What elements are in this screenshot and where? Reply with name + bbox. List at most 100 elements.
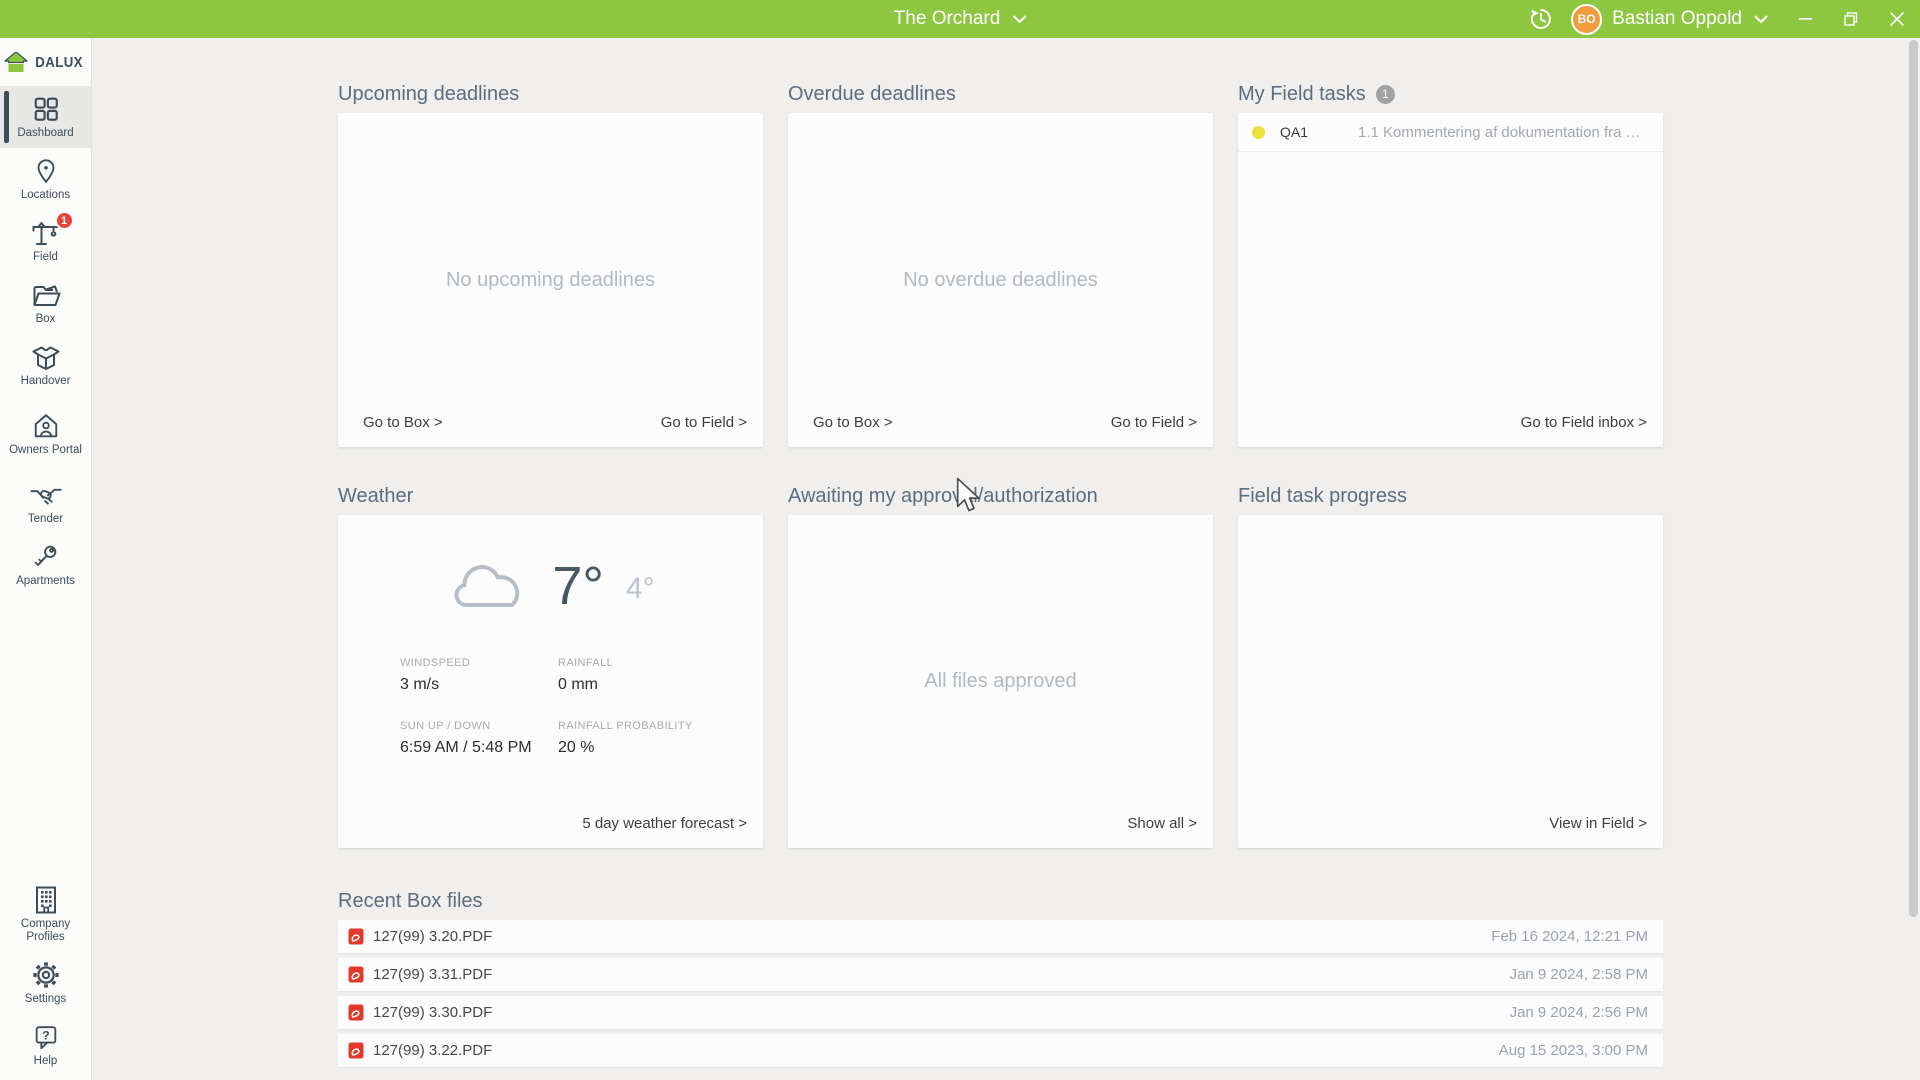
restore-button[interactable] <box>1828 0 1874 38</box>
go-to-box-link[interactable]: Go to Box > <box>363 414 443 431</box>
dalux-logo: DALUX <box>0 38 91 86</box>
field-tasks-title-text: My Field tasks <box>1238 83 1366 105</box>
empty-state-text: No upcoming deadlines <box>338 113 763 447</box>
file-name: 127(99) 3.22.PDF <box>373 1042 492 1059</box>
user-name: Bastian Oppold <box>1612 8 1742 30</box>
sidebar-item-dashboard[interactable]: Dashboard <box>0 86 91 148</box>
sidebar-item-owners-portal[interactable]: Owners Portal <box>0 396 91 472</box>
close-button[interactable] <box>1874 0 1920 38</box>
sidebar: DALUX Dashboard Locations <box>0 38 92 1080</box>
weather-detail: WINDSPEED 3 m/s <box>400 657 558 694</box>
user-menu[interactable]: Bastian Oppold <box>1612 8 1768 30</box>
sidebar-item-label: Company Profiles <box>3 918 89 944</box>
task-tag: QA1 <box>1280 124 1358 140</box>
weather-detail-label: RAINFALL PROBABILITY <box>558 720 763 732</box>
field-task-progress-card: View in Field > <box>1238 515 1663 848</box>
project-selector[interactable]: The Orchard <box>894 0 1027 38</box>
weather-detail-value: 3 m/s <box>400 676 558 694</box>
sidebar-item-company-profiles[interactable]: Company Profiles <box>0 876 91 952</box>
card-title-upcoming: Upcoming deadlines <box>338 83 763 105</box>
weather-detail: SUN UP / DOWN 6:59 AM / 5:48 PM <box>400 720 558 757</box>
file-date: Feb 16 2024, 12:21 PM <box>1491 928 1648 945</box>
svg-text:?: ? <box>42 1028 49 1042</box>
package-icon <box>31 342 61 372</box>
sidebar-item-apartments[interactable]: Apartments <box>0 534 91 596</box>
weather-detail: RAINFALL PROBABILITY 20 % <box>558 720 763 757</box>
field-tasks-count-badge: 1 <box>1376 85 1395 104</box>
card-title-overdue: Overdue deadlines <box>788 83 1213 105</box>
sidebar-item-label: Settings <box>25 993 67 1006</box>
show-all-link[interactable]: Show all > <box>1127 815 1197 832</box>
logo-text: DALUX <box>36 54 84 71</box>
sidebar-item-label: Locations <box>21 189 70 202</box>
close-icon <box>1890 12 1904 26</box>
file-name: 127(99) 3.31.PDF <box>373 966 492 983</box>
weather-detail-label: SUN UP / DOWN <box>400 720 558 732</box>
cloud-icon <box>446 558 530 614</box>
go-to-field-link[interactable]: Go to Field > <box>1111 414 1197 431</box>
sidebar-item-label: Tender <box>28 513 63 526</box>
pdf-icon <box>348 966 364 983</box>
file-date: Aug 15 2023, 3:00 PM <box>1499 1042 1648 1059</box>
approval-card: All files approved Show all > <box>788 515 1213 848</box>
card-title-approval: Awaiting my approval/authorization <box>788 485 1213 507</box>
sidebar-bottom-group: Company Profiles Settings <box>0 876 91 1076</box>
task-status-dot <box>1252 126 1265 139</box>
view-in-field-link[interactable]: View in Field > <box>1549 815 1647 832</box>
sidebar-item-tender[interactable]: Tender <box>0 472 91 534</box>
sidebar-item-label: Apartments <box>16 575 75 588</box>
weather-detail-value: 6:59 AM / 5:48 PM <box>400 739 558 757</box>
file-row[interactable]: 127(99) 3.22.PDF Aug 15 2023, 3:00 PM <box>338 1034 1663 1067</box>
gear-icon <box>32 961 60 989</box>
card-title-weather: Weather <box>338 485 763 507</box>
file-row[interactable]: 127(99) 3.30.PDF Jan 9 2024, 2:56 PM <box>338 996 1663 1029</box>
history-icon <box>1528 6 1554 32</box>
go-to-box-link[interactable]: Go to Box > <box>813 414 893 431</box>
sidebar-item-settings[interactable]: Settings <box>0 952 91 1014</box>
go-to-field-link[interactable]: Go to Field > <box>661 414 747 431</box>
handshake-icon <box>30 482 62 508</box>
file-row[interactable]: 127(99) 3.31.PDF Jan 9 2024, 2:58 PM <box>338 958 1663 991</box>
go-to-field-inbox-link[interactable]: Go to Field inbox > <box>1521 414 1647 431</box>
vertical-scrollbar-thumb[interactable] <box>1909 40 1918 917</box>
weather-detail-label: RAINFALL <box>558 657 763 669</box>
sidebar-item-box[interactable]: Box <box>0 272 91 334</box>
avatar[interactable]: BO <box>1571 4 1602 35</box>
dashboard-content: Upcoming deadlines Overdue deadlines My … <box>92 38 1920 1080</box>
file-name: 127(99) 3.20.PDF <box>373 928 492 945</box>
location-pin-icon <box>32 157 60 185</box>
file-row[interactable]: 127(99) 3.20.PDF Feb 16 2024, 12:21 PM <box>338 920 1663 953</box>
sidebar-item-help[interactable]: ? Help <box>0 1014 91 1076</box>
pdf-icon <box>348 1004 364 1021</box>
sidebar-item-label: Dashboard <box>17 127 73 140</box>
titlebar: The Orchard BO Bastian Oppold <box>0 0 1920 38</box>
dalux-app-window: The Orchard BO Bastian Oppold <box>0 0 1920 1080</box>
card-title-progress: Field task progress <box>1238 485 1663 507</box>
sidebar-item-label: Field <box>33 251 58 264</box>
file-name: 127(99) 3.30.PDF <box>373 1004 492 1021</box>
empty-state-text: All files approved <box>788 515 1213 848</box>
weather-detail-value: 20 % <box>558 739 763 757</box>
minimize-button[interactable] <box>1782 0 1828 38</box>
sidebar-item-label: Help <box>34 1055 58 1068</box>
sidebar-item-label: Box <box>36 313 56 326</box>
field-badge: 1 <box>55 211 74 230</box>
my-field-tasks-card: QA1 1.1 Kommentering af dokumentation fr… <box>1238 113 1663 447</box>
chevron-down-icon <box>1012 15 1026 24</box>
dalux-house-icon <box>4 52 28 72</box>
key-icon <box>32 543 60 571</box>
sidebar-item-handover[interactable]: Handover <box>0 334 91 396</box>
field-task-row[interactable]: QA1 1.1 Kommentering af dokumentation fr… <box>1238 113 1663 152</box>
file-date: Jan 9 2024, 2:58 PM <box>1510 966 1648 983</box>
sidebar-item-field[interactable]: 1 Field <box>0 210 91 272</box>
weather-forecast-link[interactable]: 5 day weather forecast > <box>582 815 747 832</box>
sidebar-item-locations[interactable]: Locations <box>0 148 91 210</box>
weather-detail: RAINFALL 0 mm <box>558 657 763 694</box>
folder-icon <box>31 281 61 309</box>
chevron-down-icon <box>1754 15 1768 24</box>
temperature-low: 4° <box>626 572 655 606</box>
upcoming-deadlines-card: No upcoming deadlines Go to Box > Go to … <box>338 113 763 447</box>
history-button[interactable] <box>1519 0 1563 38</box>
restore-icon <box>1844 12 1858 26</box>
recent-files-title: Recent Box files <box>338 890 1663 912</box>
